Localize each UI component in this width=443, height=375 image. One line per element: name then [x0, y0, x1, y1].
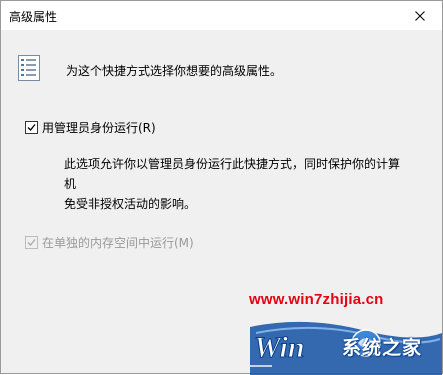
run-as-admin-label: 用管理员身份运行(R): [42, 121, 156, 135]
check-icon: [27, 124, 36, 131]
separate-memory-label: 在单独的内存空间中运行(M): [42, 236, 194, 250]
title-bar: 高级属性: [1, 1, 442, 30]
separate-memory-checkbox: 在单独的内存空间中运行(M): [25, 234, 194, 251]
run-as-admin-checkbox[interactable]: 用管理员身份运行(R): [25, 119, 156, 136]
check-icon: [27, 239, 36, 246]
watermark-logo-word: Win: [254, 331, 305, 364]
close-icon: [415, 10, 425, 21]
description-line-2: 免受非授权活动的影响。: [64, 197, 197, 211]
header-description: 为这个快捷方式选择你想要的高级属性。: [66, 64, 283, 78]
watermark-brand: 系统之家: [342, 337, 423, 359]
properties-list-icon: [18, 55, 40, 81]
description-line-1: 此选项允许你以管理员身份运行此快捷方式，同时保护你的计算机: [64, 157, 401, 191]
run-as-admin-description: 此选项允许你以管理员身份运行此快捷方式，同时保护你的计算机 免受非授权活动的影响…: [64, 154, 404, 214]
window-title: 高级属性: [9, 10, 58, 24]
watermark-url: www.win7zhijia.cn: [249, 291, 384, 308]
separate-memory-checkbox-box: [25, 236, 38, 249]
run-as-admin-checkbox-box[interactable]: [25, 121, 38, 134]
watermark: www.win7zhijia.cn Win 系统之家: [246, 289, 443, 375]
close-button[interactable]: [398, 1, 442, 30]
advanced-properties-dialog: 高级属性 为这个快捷方式选择你想要的高级属性。 用管理员身份运行(R) 此选项允…: [0, 0, 443, 375]
